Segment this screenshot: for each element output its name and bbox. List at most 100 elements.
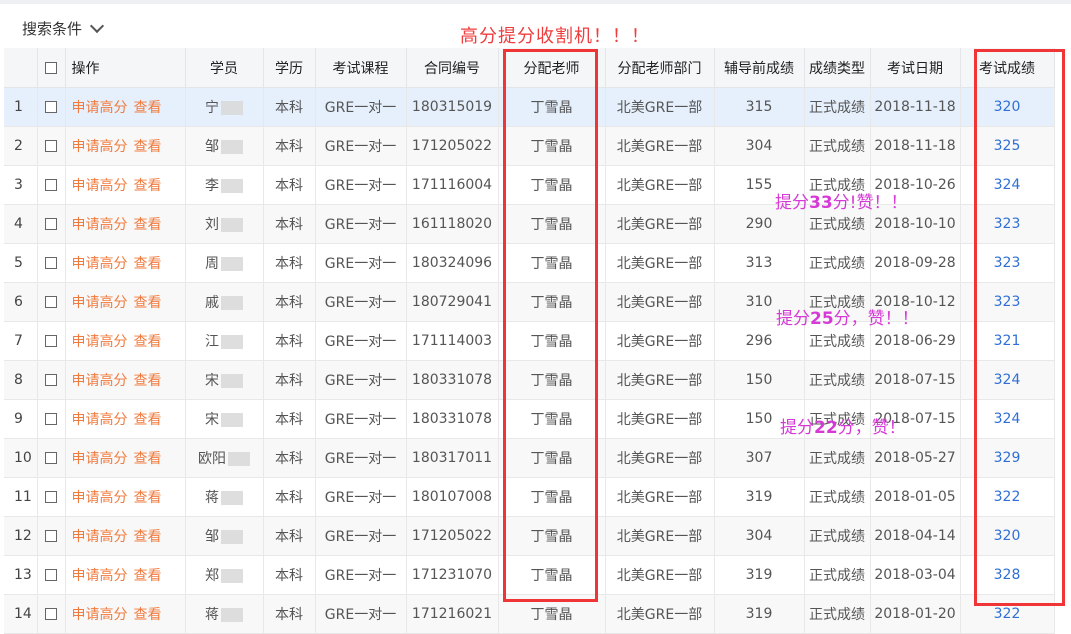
apply-high-score-link[interactable]: 申请高分	[72, 217, 128, 233]
redacted-name-blur	[221, 530, 243, 544]
row-select-cell[interactable]	[37, 399, 66, 439]
exam-score-link[interactable]: 325	[994, 138, 1021, 154]
exam-score-link[interactable]: 322	[994, 606, 1021, 622]
exam-score-link[interactable]: 328	[994, 567, 1021, 583]
apply-high-score-link[interactable]: 申请高分	[72, 334, 128, 350]
row-checkbox[interactable]	[45, 452, 57, 464]
row-select-cell[interactable]	[37, 594, 66, 634]
apply-high-score-link[interactable]: 申请高分	[72, 568, 128, 584]
exam-score-link[interactable]: 322	[994, 489, 1021, 505]
exam-date-cell: 2018-11-18	[870, 126, 961, 166]
exam-score-cell[interactable]: 322	[960, 477, 1055, 517]
select-all-checkbox[interactable]	[45, 61, 57, 74]
row-checkbox[interactable]	[45, 491, 57, 503]
view-link[interactable]: 查看	[134, 334, 162, 350]
row-select-cell[interactable]	[37, 243, 66, 283]
table-row[interactable]: 5 申请高分 查看 周 本科 GRE一对一 180324096 丁雪晶 北美GRE一部 313 正式…	[4, 243, 1055, 283]
exam-score-link[interactable]: 320	[994, 528, 1021, 544]
exam-score-cell[interactable]: 323	[960, 204, 1055, 244]
apply-high-score-link[interactable]: 申请高分	[72, 256, 128, 272]
row-checkbox[interactable]	[45, 296, 57, 308]
row-checkbox[interactable]	[45, 335, 57, 347]
apply-high-score-link[interactable]: 申请高分	[72, 529, 128, 545]
row-checkbox[interactable]	[45, 413, 57, 425]
row-checkbox[interactable]	[45, 140, 57, 152]
view-link[interactable]: 查看	[134, 451, 162, 467]
exam-score-cell[interactable]: 329	[960, 438, 1055, 478]
exam-score-cell[interactable]: 324	[960, 165, 1055, 205]
row-checkbox[interactable]	[45, 179, 57, 191]
row-select-cell[interactable]	[37, 477, 66, 517]
view-link[interactable]: 查看	[134, 295, 162, 311]
exam-score-cell[interactable]: 323	[960, 282, 1055, 322]
exam-score-link[interactable]: 323	[994, 294, 1021, 310]
view-link[interactable]: 查看	[134, 100, 162, 116]
row-select-cell[interactable]	[37, 438, 66, 478]
exam-score-cell[interactable]: 320	[960, 516, 1055, 556]
row-select-cell[interactable]	[37, 165, 66, 205]
header-select-all[interactable]	[37, 48, 66, 88]
apply-high-score-link[interactable]: 申请高分	[72, 490, 128, 506]
table-row[interactable]: 1 申请高分 查看 宁 本科 GRE一对一 180315019 丁雪晶 北美GRE一部 315 正式…	[4, 87, 1055, 127]
table-row[interactable]: 12 申请高分 查看 邹 本科 GRE一对一 171205022 丁雪晶 北美GRE一部 304 正…	[4, 516, 1055, 556]
row-select-cell[interactable]	[37, 126, 66, 166]
view-link[interactable]: 查看	[134, 373, 162, 389]
apply-high-score-link[interactable]: 申请高分	[72, 139, 128, 155]
search-conditions-label: 搜索条件	[22, 20, 83, 38]
exam-score-cell[interactable]: 320	[960, 87, 1055, 127]
exam-score-cell[interactable]: 321	[960, 321, 1055, 361]
view-link[interactable]: 查看	[134, 139, 162, 155]
apply-high-score-link[interactable]: 申请高分	[72, 178, 128, 194]
view-link[interactable]: 查看	[134, 529, 162, 545]
search-conditions-toggle[interactable]: 搜索条件	[22, 18, 105, 39]
row-select-cell[interactable]	[37, 204, 66, 244]
row-checkbox[interactable]	[45, 374, 57, 386]
row-select-cell[interactable]	[37, 360, 66, 400]
exam-score-link[interactable]: 321	[994, 333, 1021, 349]
apply-high-score-link[interactable]: 申请高分	[72, 451, 128, 467]
row-select-cell[interactable]	[37, 87, 66, 127]
view-link[interactable]: 查看	[134, 568, 162, 584]
view-link[interactable]: 查看	[134, 217, 162, 233]
table-row[interactable]: 10 申请高分 查看 欧阳 本科 GRE一对一 180317011 丁雪晶 北美GRE一部 307…	[4, 438, 1055, 478]
apply-high-score-link[interactable]: 申请高分	[72, 412, 128, 428]
exam-score-link[interactable]: 324	[994, 411, 1021, 427]
row-select-cell[interactable]	[37, 321, 66, 361]
exam-score-link[interactable]: 323	[994, 216, 1021, 232]
table-row[interactable]: 8 申请高分 查看 宋 本科 GRE一对一 180331078 丁雪晶 北美GRE一部 150 正式…	[4, 360, 1055, 400]
view-link[interactable]: 查看	[134, 607, 162, 623]
apply-high-score-link[interactable]: 申请高分	[72, 373, 128, 389]
exam-date-cell: 2018-01-05	[870, 477, 961, 517]
exam-score-link[interactable]: 324	[994, 372, 1021, 388]
view-link[interactable]: 查看	[134, 412, 162, 428]
view-link[interactable]: 查看	[134, 178, 162, 194]
exam-score-cell[interactable]: 322	[960, 594, 1055, 634]
apply-high-score-link[interactable]: 申请高分	[72, 295, 128, 311]
exam-score-cell[interactable]: 324	[960, 399, 1055, 439]
exam-score-link[interactable]: 324	[994, 177, 1021, 193]
exam-score-cell[interactable]: 325	[960, 126, 1055, 166]
apply-high-score-link[interactable]: 申请高分	[72, 100, 128, 116]
exam-score-link[interactable]: 329	[994, 450, 1021, 466]
table-row[interactable]: 13 申请高分 查看 郑 本科 GRE一对一 171231070 丁雪晶 北美GRE一部 319 正…	[4, 555, 1055, 595]
exam-score-cell[interactable]: 323	[960, 243, 1055, 283]
view-link[interactable]: 查看	[134, 490, 162, 506]
exam-score-link[interactable]: 323	[994, 255, 1021, 271]
row-select-cell[interactable]	[37, 282, 66, 322]
teacher-cell: 丁雪晶	[498, 243, 606, 283]
row-checkbox[interactable]	[45, 569, 57, 581]
apply-high-score-link[interactable]: 申请高分	[72, 607, 128, 623]
exam-score-cell[interactable]: 324	[960, 360, 1055, 400]
table-row[interactable]: 11 申请高分 查看 蒋 本科 GRE一对一 180107008 丁雪晶 北美GRE一部 319 正…	[4, 477, 1055, 517]
row-checkbox[interactable]	[45, 101, 57, 113]
row-checkbox[interactable]	[45, 218, 57, 230]
table-row[interactable]: 14 申请高分 查看 蒋 本科 GRE一对一 171216021 丁雪晶 北美GRE一部 319 正…	[4, 594, 1055, 634]
row-checkbox[interactable]	[45, 530, 57, 542]
exam-score-link[interactable]: 320	[994, 99, 1021, 115]
row-checkbox[interactable]	[45, 257, 57, 269]
row-select-cell[interactable]	[37, 555, 66, 595]
exam-score-cell[interactable]: 328	[960, 555, 1055, 595]
row-select-cell[interactable]	[37, 516, 66, 556]
table-row[interactable]: 2 申请高分 查看 邹 本科 GRE一对一 171205022 丁雪晶 北美GRE一部 304 正式…	[4, 126, 1055, 166]
view-link[interactable]: 查看	[134, 256, 162, 272]
